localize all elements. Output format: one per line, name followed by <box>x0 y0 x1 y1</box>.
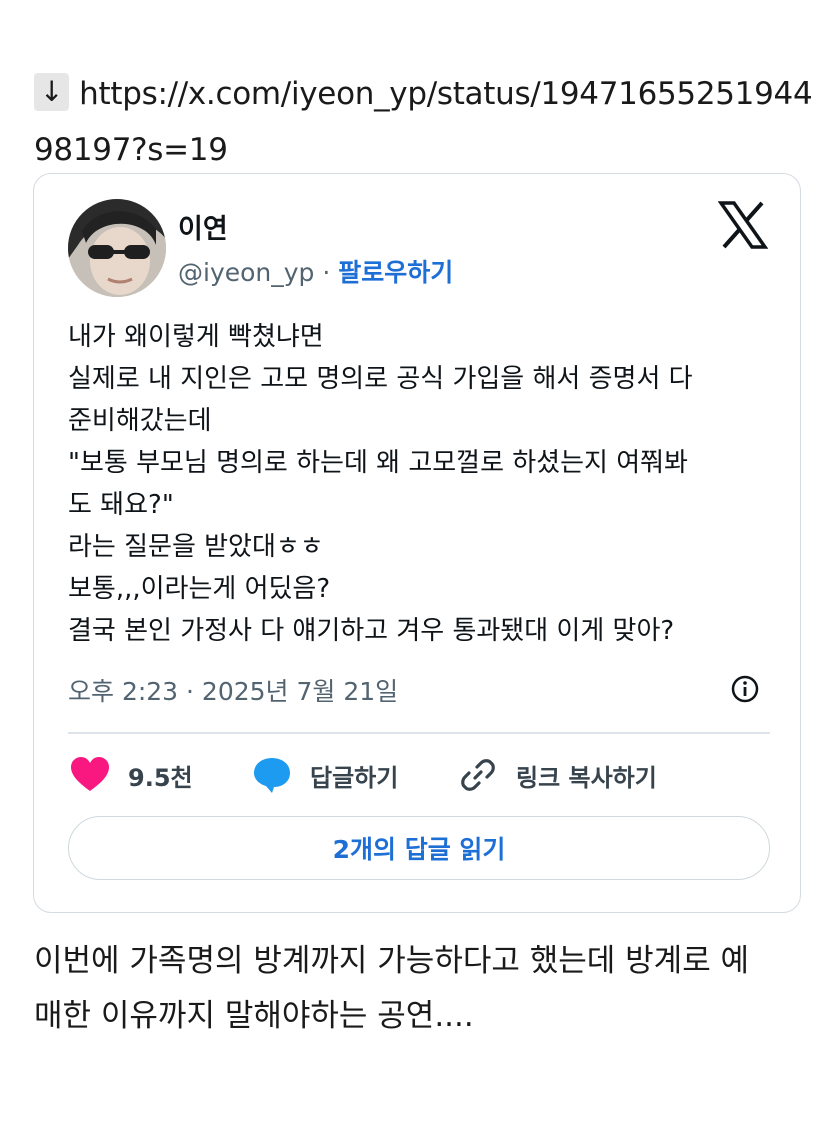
author-handle[interactable]: @iyeon_yp <box>178 258 314 287</box>
shared-post-link[interactable]: ↓ https://x.com/iyeon_yp/status/194716552… <box>34 66 814 178</box>
like-button[interactable]: 9.5천 <box>70 752 193 798</box>
handle-row: @iyeon_yp · 팔로우하기 <box>178 253 453 289</box>
reply-label: 답글하기 <box>310 763 399 792</box>
divider <box>68 732 770 734</box>
reply-button[interactable]: 답글하기 <box>252 752 398 798</box>
download-arrow-icon: ↓ <box>34 73 70 111</box>
tweet-text: 내가 왜이렇게 빡쳤냐면 실제로 내 지인은 고모 명의로 공식 가입을 해서 … <box>68 322 693 646</box>
separator-dot: · <box>314 258 339 287</box>
speech-bubble-icon <box>254 758 290 793</box>
like-count: 9.5천 <box>128 763 193 792</box>
author-name[interactable]: 이연 <box>178 207 228 246</box>
post-url[interactable]: https://x.com/iyeon_yp/status/1947165525… <box>34 76 813 168</box>
avatar[interactable] <box>68 199 166 297</box>
link-icon <box>461 759 495 791</box>
heart-icon <box>71 757 109 791</box>
tweet-timestamp[interactable]: 오후 2:23 · 2025년 7월 21일 <box>68 672 398 708</box>
comment-text: 이번에 가족명의 방계까지 가능하다고 했는데 방계로 예 매한 이유까지 말해… <box>34 943 750 1034</box>
follow-button[interactable]: 팔로우하기 <box>338 258 453 287</box>
x-logo-icon[interactable] <box>718 200 768 250</box>
read-replies-button[interactable]: 2개의 답글 읽기 <box>68 816 770 880</box>
copy-link-button[interactable]: 링크 복사하기 <box>458 752 657 798</box>
copy-link-label: 링크 복사하기 <box>516 763 657 792</box>
embedded-tweet-card[interactable]: 이연 @iyeon_yp · 팔로우하기 내가 왜이렇게 빡쳤냐면 실제로 내 … <box>33 173 801 913</box>
info-icon[interactable] <box>730 674 760 704</box>
avatar-image <box>68 199 166 297</box>
